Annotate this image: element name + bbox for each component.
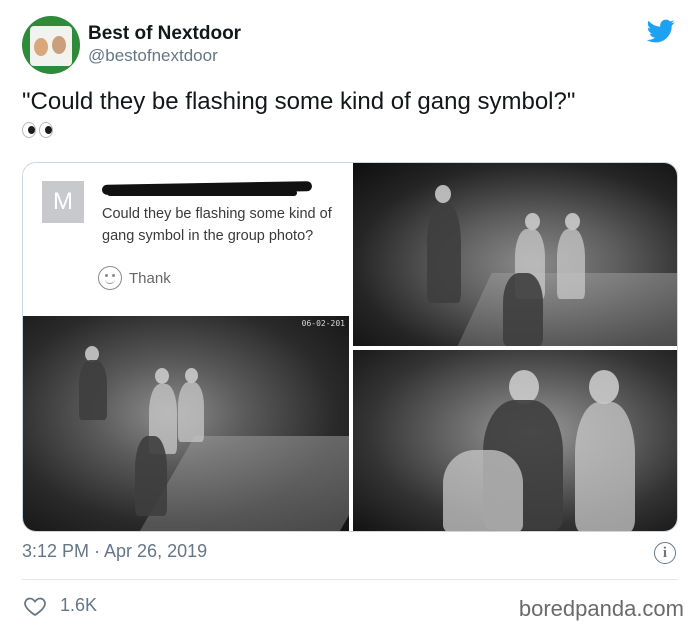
tweet-text: "Could they be flashing some kind of gan… <box>22 88 576 115</box>
eyes-emoji <box>22 122 53 138</box>
twitter-bird-icon[interactable] <box>645 17 677 45</box>
tweet-header: Best of Nextdoor @bestofnextdoor <box>22 14 682 76</box>
watermark: boredpanda.com <box>518 596 684 621</box>
security-photo-top-right[interactable] <box>353 163 677 346</box>
like-count: 1.6K <box>60 595 98 615</box>
heart-icon[interactable] <box>22 594 48 618</box>
display-name[interactable]: Best of Nextdoor <box>88 23 241 45</box>
info-icon[interactable]: i <box>654 542 676 564</box>
camera-timestamp: 06-02-201 <box>301 319 345 328</box>
smiley-icon <box>98 266 122 290</box>
thank-label: Thank <box>129 269 171 287</box>
divider <box>22 579 678 580</box>
embedded-nextdoor-post: M Could they be flashing some kind of ga… <box>23 163 349 315</box>
thank-button[interactable]: Thank <box>98 266 171 290</box>
security-photo-bottom-right[interactable] <box>353 350 677 531</box>
post-avatar: M <box>42 181 84 223</box>
tweet-media[interactable]: M Could they be flashing some kind of ga… <box>22 162 678 532</box>
post-body: Could they be flashing some kind of gang… <box>102 203 352 247</box>
user-handle[interactable]: @bestofnextdoor <box>88 46 218 66</box>
post-line-1: Could they be flashing some kind of <box>102 206 332 222</box>
nextdoor-house-avatar[interactable] <box>22 16 80 74</box>
tweet-timestamp[interactable]: 3:12 PM · Apr 26, 2019 <box>22 541 207 562</box>
security-photo-main[interactable]: 06-02-201 <box>23 316 349 531</box>
post-line-2: gang symbol in the group photo? <box>102 228 314 244</box>
